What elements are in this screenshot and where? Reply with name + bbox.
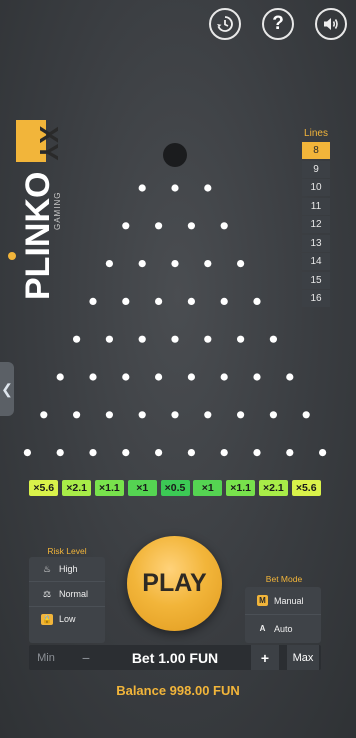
bet-mode-panel: M Manual A Auto: [245, 587, 321, 643]
multiplier-slot: ×2.1: [62, 480, 92, 496]
peg: [138, 411, 146, 419]
peg: [155, 373, 163, 381]
peg: [253, 449, 261, 457]
risk-level-panel: ♨ High ⚖ Normal 🔒 Low: [29, 557, 105, 643]
peg: [122, 222, 130, 230]
peg: [286, 449, 294, 457]
peg: [204, 184, 212, 192]
min-bet-button[interactable]: Min: [29, 645, 63, 670]
peg: [105, 411, 113, 419]
peg: [89, 373, 97, 381]
peg: [73, 335, 81, 343]
peg: [138, 335, 146, 343]
max-bet-button[interactable]: Max: [287, 645, 319, 670]
peg: [220, 222, 228, 230]
peg: [187, 373, 195, 381]
risk-option-label: Normal: [59, 589, 89, 599]
bet-mode-label: Manual: [274, 595, 304, 606]
peg: [105, 260, 113, 268]
multiplier-slot: ×1: [193, 480, 223, 496]
increase-bet-button[interactable]: +: [251, 645, 279, 670]
peg: [269, 335, 277, 343]
peg: [89, 297, 97, 305]
peg: [56, 449, 64, 457]
bet-mode-label: Auto: [274, 623, 293, 634]
peg: [89, 449, 97, 457]
bet-bar: Min − Bet 1.00 FUN + Max: [29, 645, 321, 670]
peg: [23, 449, 31, 457]
peg: [187, 297, 195, 305]
peg: [122, 449, 130, 457]
manual-icon: M: [257, 595, 268, 606]
peg: [220, 373, 228, 381]
risk-option-label: High: [59, 564, 78, 574]
peg: [302, 411, 310, 419]
peg: [155, 297, 163, 305]
peg: [155, 449, 163, 457]
bet-mode-auto[interactable]: A Auto: [245, 615, 321, 642]
peg: [138, 260, 146, 268]
multiplier-slot: ×5.6: [291, 480, 321, 496]
lock-icon: 🔒: [41, 613, 53, 625]
multiplier-slot: ×0.5: [160, 480, 190, 496]
risk-level-title: Risk Level: [47, 546, 87, 556]
peg: [253, 297, 261, 305]
bet-amount: Bet 1.00 FUN: [131, 649, 219, 666]
bet-mode-title: Bet Mode: [265, 574, 303, 584]
peg: [220, 449, 228, 457]
multiplier-slot: ×1.1: [94, 480, 124, 496]
peg: [122, 297, 130, 305]
multiplier-slot: ×1.1: [226, 480, 256, 496]
peg: [73, 411, 81, 419]
peg: [171, 184, 179, 192]
risk-option-normal[interactable]: ⚖ Normal: [29, 582, 105, 607]
risk-option-label: Low: [59, 614, 76, 624]
peg: [138, 184, 146, 192]
peg: [204, 411, 212, 419]
risk-option-high[interactable]: ♨ High: [29, 557, 105, 582]
multiplier-slot: ×2.1: [258, 480, 288, 496]
peg: [171, 411, 179, 419]
peg: [40, 411, 48, 419]
auto-icon: A: [259, 624, 266, 633]
peg: [105, 335, 113, 343]
ball-drop: [163, 143, 187, 167]
peg: [319, 449, 327, 457]
peg: [220, 297, 228, 305]
peg: [56, 373, 64, 381]
balance: Balance 998.00 FUN: [116, 683, 240, 698]
peg: [204, 260, 212, 268]
decrease-bet-button[interactable]: −: [75, 645, 97, 670]
play-button[interactable]: PLAY: [127, 536, 222, 631]
peg: [171, 335, 179, 343]
peg: [269, 411, 277, 419]
bet-mode-manual[interactable]: M Manual: [245, 587, 321, 615]
flame-icon: ♨: [42, 563, 52, 574]
peg: [171, 260, 179, 268]
multiplier-slot: ×5.6: [29, 480, 59, 496]
peg: [187, 449, 195, 457]
peg: [253, 373, 261, 381]
peg: [122, 373, 130, 381]
peg: [204, 335, 212, 343]
peg: [187, 222, 195, 230]
multiplier-slot: ×1: [127, 480, 157, 496]
peg: [286, 373, 294, 381]
peg: [237, 335, 245, 343]
peg: [237, 411, 245, 419]
balance-icon: ⚖: [42, 588, 52, 599]
peg: [155, 222, 163, 230]
risk-option-low[interactable]: 🔒 Low: [29, 607, 105, 631]
peg: [237, 260, 245, 268]
